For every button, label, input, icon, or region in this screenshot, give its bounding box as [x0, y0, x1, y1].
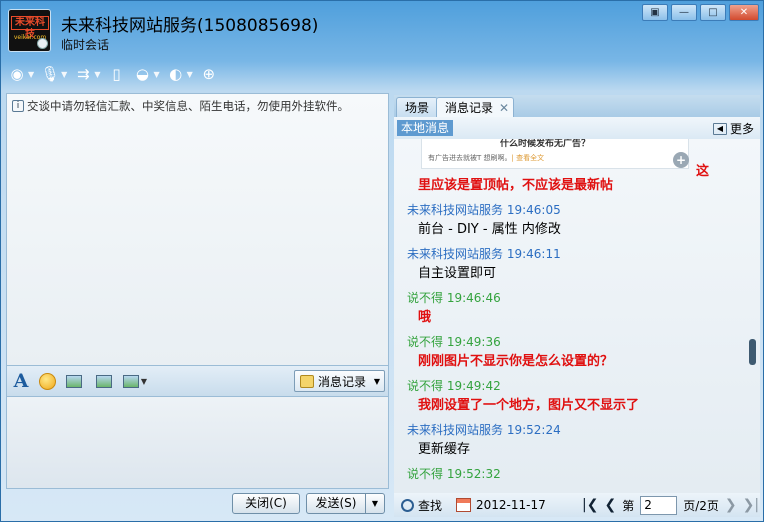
remote-assist-button[interactable]: ◒ ▼	[132, 63, 160, 85]
message-sender: 未来科技网站服务 19:46:05	[407, 203, 561, 217]
message-sender: 未来科技网站服务 19:52:24	[407, 423, 561, 437]
speaker-icon: ◀	[712, 122, 727, 135]
search-label: 查找	[418, 498, 443, 513]
format-toolbar: A ▼ 消息记录 ▼	[6, 366, 389, 396]
date-value: 2012-11-17	[476, 498, 546, 512]
message-text: 哦	[418, 310, 432, 325]
more-button[interactable]: ◀ 更多	[712, 120, 754, 137]
scrollbar-thumb[interactable]	[749, 339, 756, 365]
avatar[interactable]: 未来科技 veikai.com	[8, 9, 51, 52]
chevron-down-icon: ▼	[186, 69, 193, 79]
tab-message-history[interactable]: 消息记录 ✕	[436, 97, 515, 118]
webcam-icon: ◉	[10, 65, 24, 83]
voice-button[interactable]: 🎙 ▼	[40, 63, 68, 85]
screenshot-icon[interactable]	[64, 371, 84, 391]
emoji-icon[interactable]	[38, 371, 56, 391]
toolbar: ◉ ▼ 🎙 ▼ ⇉ ▼ ▯ ◒ ▼ ◐ ▼ ⊕	[7, 63, 219, 85]
prev-page-icon[interactable]: ❮	[604, 497, 616, 513]
message-history-button[interactable]: 消息记录 ▼	[294, 370, 385, 392]
font-icon[interactable]: A	[11, 370, 31, 392]
tab-bar: 场景 消息记录 ✕	[394, 95, 760, 117]
webcam-button[interactable]: ◉ ▼	[7, 63, 34, 85]
file-transfer-button[interactable]: ⇉ ▼	[73, 63, 100, 85]
page-number-input[interactable]: 2	[640, 495, 678, 515]
send-options-button[interactable]: ▼	[365, 493, 385, 514]
message-text: 这	[696, 164, 710, 179]
message-text: 自主设置即可	[418, 266, 497, 281]
info-icon: i	[12, 100, 24, 112]
message-sender: 说不得 19:49:36	[407, 335, 501, 349]
security-warning: i 交谈中请勿轻信汇款、中奖信息、陌生电话，勿使用外挂软件。	[12, 98, 349, 114]
chevron-down-icon: ▼	[94, 69, 101, 79]
phone-button[interactable]: ▯	[106, 63, 126, 85]
tab-label: 消息记录	[445, 101, 494, 115]
search-icon	[401, 498, 414, 512]
close-window-button[interactable]: ✕	[729, 4, 759, 21]
date-picker[interactable]: 2012-11-17	[456, 498, 546, 512]
thumbnail-title: 什么时候发布无广告？	[500, 139, 591, 149]
first-page-icon[interactable]: |❮	[582, 497, 598, 513]
chevron-down-icon: ▼	[373, 376, 380, 386]
file-transfer-icon: ⇉	[77, 65, 90, 83]
local-messages-tab[interactable]: 本地消息	[397, 120, 454, 136]
chevron-down-icon: ▼	[153, 69, 160, 79]
last-page-icon[interactable]: ❯|	[743, 497, 759, 513]
send-button[interactable]: 发送(S)	[306, 493, 366, 514]
message-text: 我刚设置了一个地方，图片又不显示了	[418, 398, 640, 413]
thumbnail-text: 有广告进去就被T 想刷啊。| 查看全文	[428, 154, 545, 162]
history-icon	[300, 374, 314, 388]
image-thumbnail[interactable]: 什么时候发布无广告？ 有广告进去就被T 想刷啊。| 查看全文	[421, 139, 689, 169]
calendar-icon	[456, 498, 471, 512]
side-panel: 场景 消息记录 ✕ 本地消息 ◀ 更多 什么时候发布无广告？ 有广告进去就被T …	[394, 95, 760, 518]
page-suffix: 页/2页	[683, 498, 719, 513]
add-contact-icon: ⊕	[202, 65, 216, 83]
message-area[interactable]: i 交谈中请勿轻信汇款、中奖信息、陌生电话，勿使用外挂软件。	[6, 93, 389, 366]
message-text: 里应该是置顶帖，不应该是最新帖	[418, 178, 614, 193]
close-icon[interactable]: ✕	[499, 98, 509, 118]
next-page-icon[interactable]: ❯	[725, 497, 737, 513]
history-label: 消息记录	[318, 374, 367, 389]
chevron-down-icon: ▼	[61, 69, 68, 79]
phone-icon: ▯	[112, 65, 121, 83]
page-prefix: 第	[622, 498, 635, 513]
close-button[interactable]: 关闭(C)	[232, 493, 300, 514]
chevron-down-icon: ▼	[28, 69, 35, 79]
remote-assist-icon: ◒	[135, 65, 150, 83]
window-subtitle: 临时会话	[61, 38, 110, 52]
zoom-in-icon[interactable]: +	[673, 152, 689, 168]
chat-window: 未来科技 veikai.com 未来科技网站服务(1508085698) 临时会…	[0, 0, 764, 522]
contact-card-button[interactable]: ◐ ▼	[166, 63, 193, 85]
microphone-icon: 🎙	[40, 65, 60, 83]
scrollbar[interactable]	[748, 139, 758, 493]
message-sender: 说不得 19:49:42	[407, 379, 501, 393]
clock-icon	[37, 38, 48, 49]
tab-scene[interactable]: 场景	[396, 97, 439, 117]
minimize-button[interactable]: —	[671, 4, 697, 21]
pager: |❮ ❮ 第 2 页/2页 ❯ ❯|	[582, 495, 759, 515]
message-sender: 说不得 19:46:46	[407, 291, 501, 305]
avatar-logo: 未来科技	[11, 16, 49, 40]
contact-card-icon: ◐	[169, 65, 183, 83]
message-input[interactable]	[6, 396, 389, 489]
message-sender: 未来科技网站服务 19:46:11	[407, 247, 561, 261]
warning-text: 交谈中请勿轻信汇款、中奖信息、陌生电话，勿使用外挂软件。	[27, 99, 349, 113]
skin-button[interactable]: ▣	[642, 4, 668, 21]
history-footer: 查找 2012-11-17 |❮ ❮ 第 2 页/2页 ❯ ❯|	[394, 493, 760, 517]
window-title: 未来科技网站服务(1508085698)	[61, 16, 319, 36]
search-button[interactable]: 查找	[401, 497, 442, 514]
message-text: 刚刚图片不显示你是怎么设置的？	[418, 354, 614, 369]
add-contact-button[interactable]: ⊕	[199, 63, 219, 85]
message-log[interactable]: 什么时候发布无广告？ 有广告进去就被T 想刷啊。| 查看全文 + 这 里应该是置…	[394, 139, 760, 493]
image-icon[interactable]	[94, 371, 114, 391]
message-sender: 说不得 19:52:32	[407, 467, 501, 481]
maximize-button[interactable]: □	[700, 4, 726, 21]
action-bar: 关闭(C) 发送(S) ▼	[6, 489, 389, 516]
message-text: 前台 - DIY - 属性 内修改	[418, 222, 561, 237]
more-label: 更多	[729, 122, 754, 136]
message-text: 更新缓存	[418, 442, 471, 457]
title-bar: 未来科技 veikai.com 未来科技网站服务(1508085698) 临时会…	[1, 1, 763, 61]
history-subbar: 本地消息 ◀ 更多	[394, 117, 760, 139]
send-image-icon[interactable]: ▼	[120, 371, 150, 391]
chat-pane: i 交谈中请勿轻信汇款、中奖信息、陌生电话，勿使用外挂软件。 A ▼ 消息记录 …	[6, 93, 389, 516]
